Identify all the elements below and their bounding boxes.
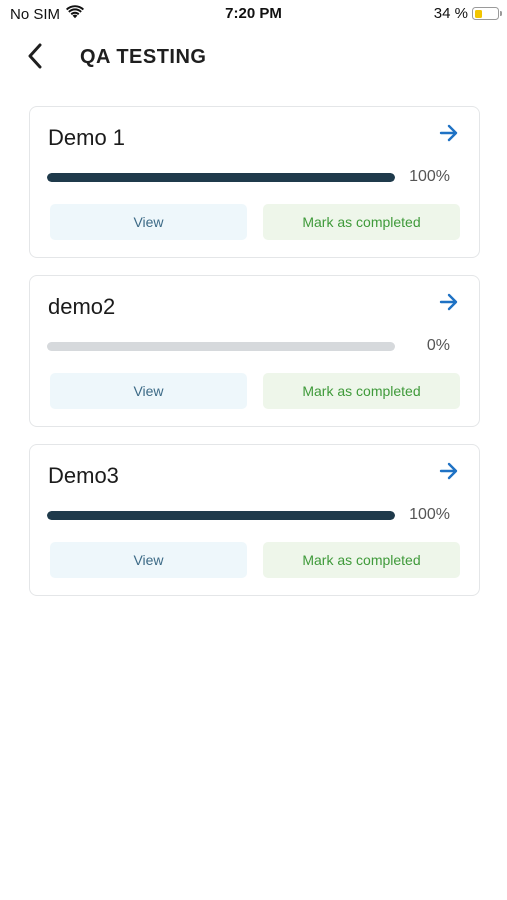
card-title: Demo3 — [48, 463, 119, 488]
battery-icon — [472, 7, 502, 20]
task-card: Demo 1 100% View Mark as completed — [29, 106, 480, 258]
status-time: 7:20 PM — [225, 5, 282, 22]
task-card: Demo3 100% View Mark as completed — [29, 444, 480, 596]
page-title: QA TESTING — [80, 46, 207, 68]
open-task-button[interactable] — [437, 123, 461, 147]
view-button[interactable]: View — [50, 373, 247, 409]
mark-completed-button[interactable]: Mark as completed — [263, 204, 460, 240]
task-card: demo2 0% View Mark as completed — [29, 275, 480, 427]
view-button[interactable]: View — [50, 204, 247, 240]
card-title: demo2 — [48, 294, 116, 319]
card-title: Demo 1 — [48, 125, 126, 150]
progress-percent: 0% — [426, 337, 450, 354]
progress-percent: 100% — [409, 168, 450, 185]
status-bar: No SIM 7:20 PM 34 % — [0, 0, 507, 30]
nav-bar: QA TESTING — [0, 36, 507, 80]
arrow-right-icon — [439, 124, 459, 147]
battery-percentage: 34 % — [433, 5, 468, 22]
status-right: 34 % — [433, 5, 502, 22]
mark-completed-button[interactable]: Mark as completed — [263, 542, 460, 578]
arrow-right-icon — [439, 293, 459, 316]
mark-completed-button[interactable]: Mark as completed — [263, 373, 460, 409]
open-task-button[interactable] — [437, 461, 461, 485]
battery-level — [474, 9, 482, 18]
progress-fill — [47, 511, 395, 520]
progress-fill — [47, 173, 395, 182]
battery-cap — [499, 11, 502, 16]
progress-bar — [47, 511, 395, 520]
task-list: Demo 1 100% View Mark as completed demo2… — [29, 106, 480, 613]
arrow-right-icon — [439, 462, 459, 485]
back-button[interactable] — [20, 41, 50, 75]
open-task-button[interactable] — [437, 292, 461, 316]
progress-bar — [47, 342, 395, 351]
chevron-left-icon — [27, 43, 43, 74]
progress-bar — [47, 173, 395, 182]
view-button[interactable]: View — [50, 542, 247, 578]
progress-percent: 100% — [409, 506, 450, 523]
